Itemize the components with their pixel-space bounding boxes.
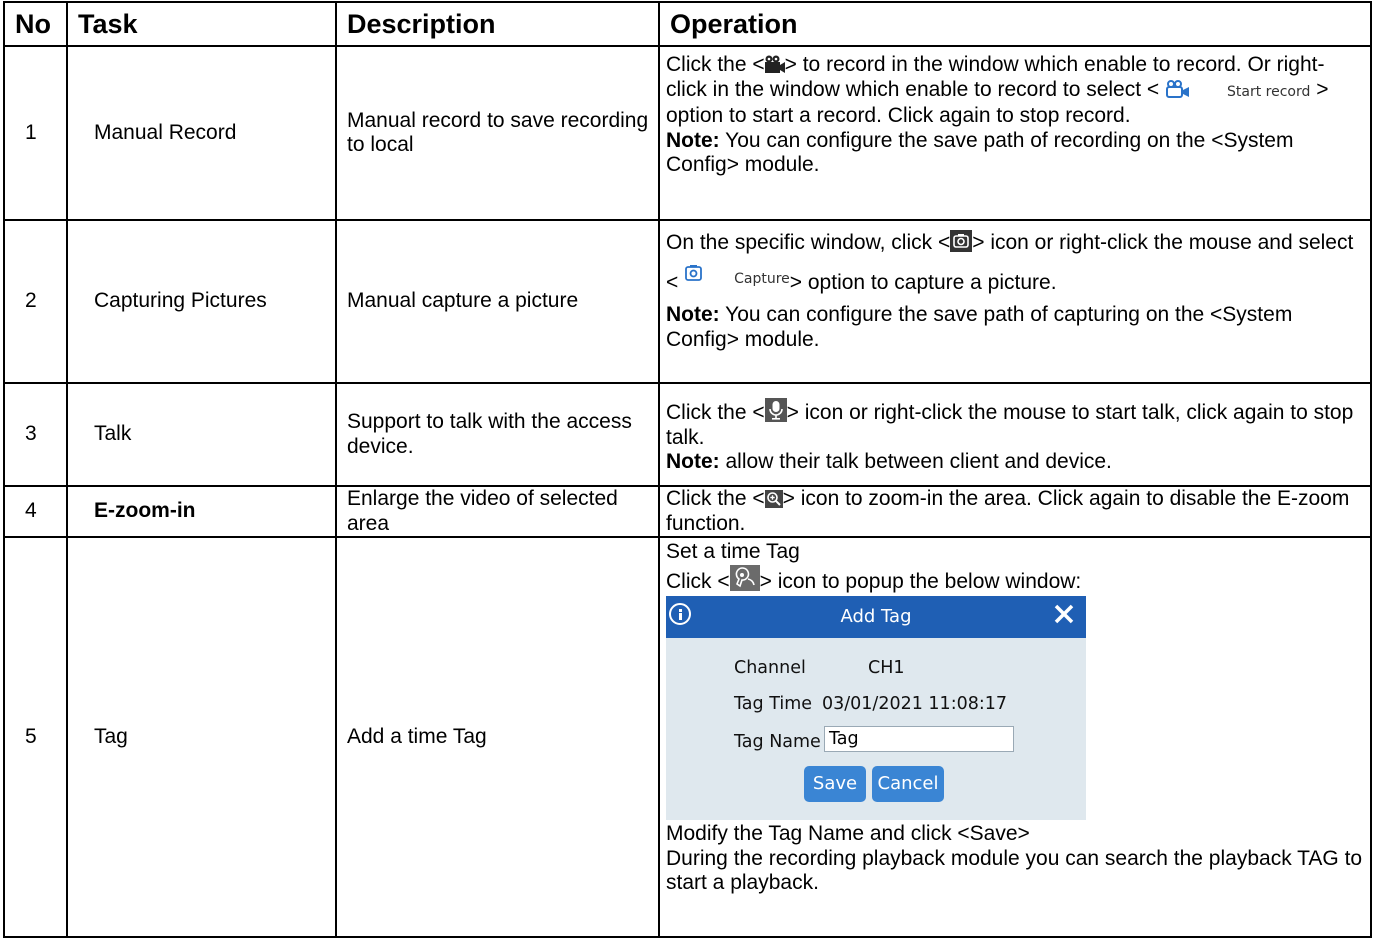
cell-operation: Set a time Tag Click < > icon to popup th… [658, 536, 1372, 938]
cell-no: 5 [3, 536, 68, 938]
camera-capture-icon [950, 230, 973, 252]
microphone-icon [764, 398, 787, 422]
header-row: No Task Description Operation [3, 1, 1372, 47]
table-row: 2 Capturing Pictures Manual capture a pi… [3, 219, 1372, 384]
table-row: 1 Manual Record Manual record to save re… [3, 45, 1372, 221]
tag-name-label: Tag Name [734, 732, 821, 752]
capture-icon [684, 263, 704, 283]
zoom-in-icon [764, 490, 783, 508]
cancel-button[interactable]: Cancel [872, 766, 944, 802]
cell-task: Talk [66, 382, 337, 487]
cell-operation: Click the < > icon to zoom-in the area. C… [658, 485, 1372, 538]
operations-table: No Task Description Operation 1 Manual R… [3, 1, 1372, 938]
header-description: Description [335, 1, 660, 47]
cell-no: 3 [3, 382, 68, 487]
dialog-title: Add Tag [840, 606, 912, 627]
cell-no: 1 [3, 45, 68, 221]
cell-description: Manual record to save recording to local [335, 45, 660, 221]
header-operation: Operation [658, 1, 1372, 47]
header-task: Task [66, 1, 337, 47]
cell-description: Manual capture a picture [335, 219, 660, 384]
table-row: 4 E-zoom-in Enlarge the video of selecte… [3, 485, 1372, 538]
tag-time-row: Tag Time 03/01/2021 11:08:17 [734, 692, 1007, 717]
tag-name-input[interactable]: Tag [824, 726, 1014, 752]
cell-task: Capturing Pictures [66, 219, 337, 384]
cell-operation: Click the < > icon or right-click the mou… [658, 382, 1372, 487]
cell-task: E-zoom-in [66, 485, 337, 538]
close-icon[interactable] [1052, 602, 1076, 626]
table-row: 5 Tag Add a time Tag Set a time Tag Clic… [3, 536, 1372, 938]
cell-task: Manual Record [66, 45, 337, 221]
cell-description: Add a time Tag [335, 536, 660, 938]
cell-description: Support to talk with the access device. [335, 382, 660, 487]
tag-time-label: Tag Time [734, 694, 813, 714]
cell-description: Enlarge the video of selected area [335, 485, 660, 538]
start-record-label: Start record [1227, 83, 1311, 100]
table-row: 3 Talk Support to talk with the access d… [3, 382, 1372, 487]
cell-operation: On the specific window, click < > icon or… [658, 219, 1372, 384]
channel-label: Channel [734, 658, 806, 678]
add-tag-dialog: Add Tag Channel CH1 Tag Time 03/01/2021 … [666, 596, 1086, 820]
cell-task: Tag [66, 536, 337, 938]
tag-icon [729, 564, 760, 591]
channel-row: Channel CH1 [734, 656, 905, 681]
save-button[interactable]: Save [804, 766, 866, 802]
dialog-header: Add Tag [666, 596, 1086, 638]
tag-time-value: 03/01/2021 11:08:17 [822, 694, 1008, 714]
channel-value: CH1 [868, 658, 905, 678]
cell-no: 2 [3, 219, 68, 384]
capture-label: Capture [734, 271, 790, 287]
header-no: No [3, 1, 68, 47]
record-camera-icon [764, 54, 785, 74]
cell-no: 4 [3, 485, 68, 538]
cell-operation: Click the < > to record in the window whi… [658, 45, 1372, 221]
tag-name-row: Tag Name [734, 730, 821, 755]
video-record-icon [1165, 79, 1191, 99]
